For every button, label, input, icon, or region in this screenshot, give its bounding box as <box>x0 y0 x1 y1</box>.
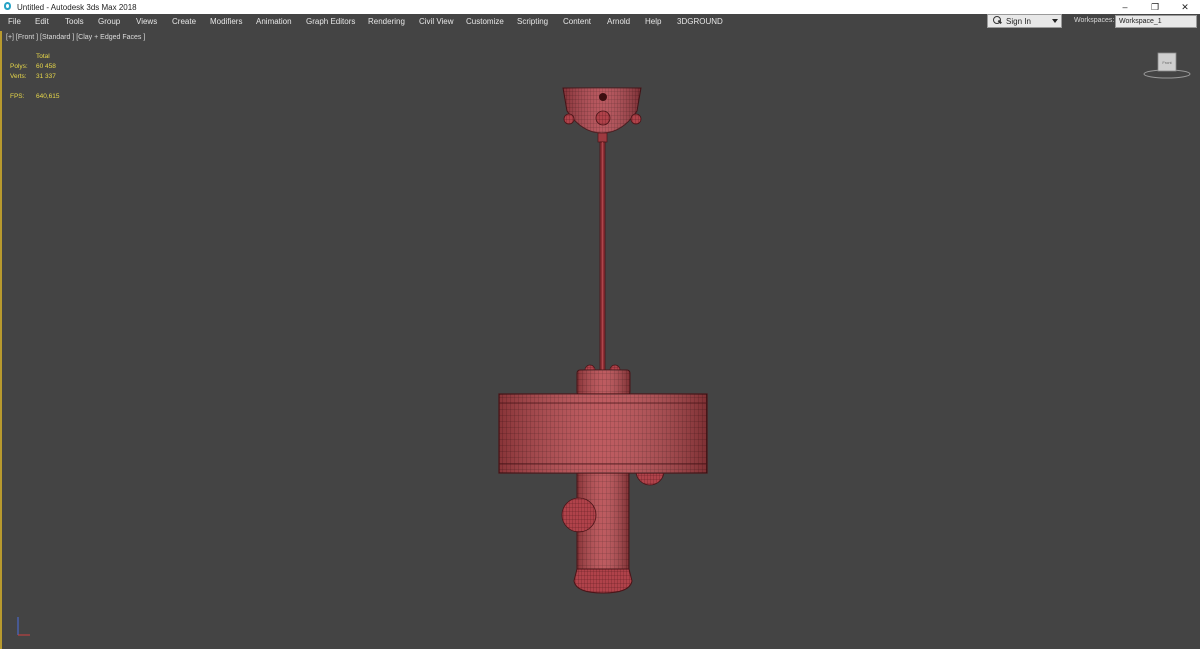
lamp-canopy[interactable] <box>562 87 642 143</box>
lamp-shade[interactable] <box>498 393 708 474</box>
window-title: Untitled - Autodesk 3ds Max 2018 <box>17 2 137 12</box>
workspace-select[interactable]: Workspace_1 <box>1115 15 1197 28</box>
window-controls: – ❐ ✕ <box>1110 0 1200 14</box>
menu-file[interactable]: File <box>8 17 21 26</box>
menu-scripting[interactable]: Scripting <box>517 17 548 26</box>
chevron-down-icon <box>1052 19 1058 23</box>
menu-edit[interactable]: Edit <box>35 17 49 26</box>
title-bar: Untitled - Autodesk 3ds Max 2018 – ❐ ✕ <box>0 0 1200 14</box>
bottom-finial <box>573 568 633 594</box>
sign-in-label: Sign In <box>1006 16 1031 26</box>
close-button[interactable]: ✕ <box>1170 0 1200 14</box>
menu-graph-editors[interactable]: Graph Editors <box>306 17 355 26</box>
lamp-collar[interactable] <box>576 364 631 396</box>
menu-views[interactable]: Views <box>136 17 157 26</box>
minimize-button[interactable]: – <box>1110 0 1140 14</box>
menu-modifiers[interactable]: Modifiers <box>210 17 242 26</box>
menu-3dground[interactable]: 3DGROUND <box>677 17 723 26</box>
viewport-front[interactable]: [+] [Front ] [Standard ] [Clay + Edged F… <box>0 31 1200 649</box>
3ds-max-app-icon[interactable] <box>3 2 13 12</box>
canopy-screw <box>599 93 607 101</box>
menu-tools[interactable]: Tools <box>65 17 84 26</box>
menu-content[interactable]: Content <box>563 17 591 26</box>
side-knob <box>561 497 597 533</box>
menu-create[interactable]: Create <box>172 17 196 26</box>
menu-customize[interactable]: Customize <box>466 17 504 26</box>
workspace-value: Workspace_1 <box>1119 18 1162 25</box>
lamp-rod[interactable] <box>599 141 606 371</box>
menu-animation[interactable]: Animation <box>256 17 292 26</box>
workspaces-label: Workspaces: <box>1074 17 1115 24</box>
menu-help[interactable]: Help <box>645 17 661 26</box>
menu-arnold[interactable]: Arnold <box>607 17 630 26</box>
restore-button[interactable]: ❐ <box>1140 0 1170 14</box>
menu-civil-view[interactable]: Civil View <box>419 17 454 26</box>
canopy-knob <box>595 110 611 126</box>
sign-in-dropdown[interactable]: Sign In <box>987 14 1062 28</box>
lamp-model[interactable] <box>2 31 1200 649</box>
lamp-lower-body[interactable] <box>561 456 665 594</box>
user-search-icon <box>991 15 1003 27</box>
menu-bar: File Edit Tools Group Views Create Modif… <box>0 14 1200 29</box>
menu-rendering[interactable]: Rendering <box>368 17 405 26</box>
menu-group[interactable]: Group <box>98 17 120 26</box>
